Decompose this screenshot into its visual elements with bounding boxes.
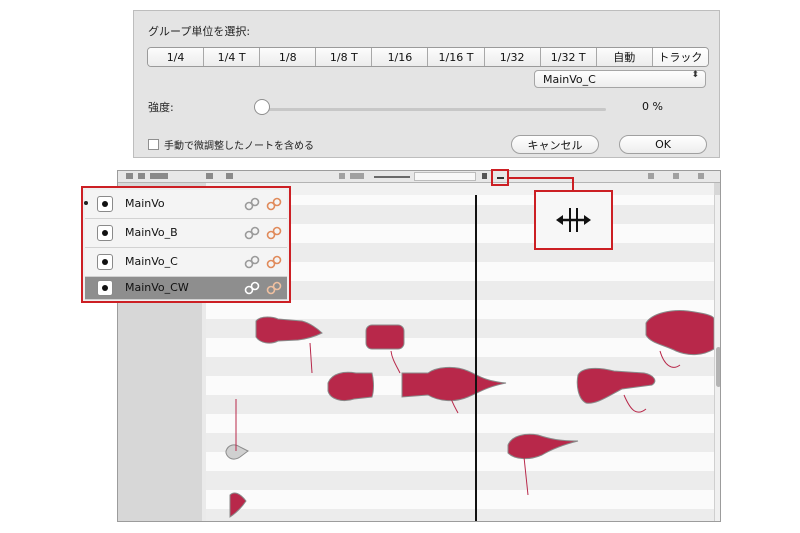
track-select-value: MainVo_C (543, 73, 596, 86)
strength-label: 強度: (148, 101, 174, 114)
tool-icon[interactable] (126, 173, 133, 179)
group-tool-zoom-callout (534, 190, 613, 250)
segment-auto[interactable]: 自動 (596, 48, 653, 66)
link-chain-orange-icon[interactable] (265, 196, 283, 212)
tool-icon[interactable] (648, 173, 654, 179)
segment-track[interactable]: トラック (652, 48, 708, 66)
record-dot-icon[interactable] (97, 254, 113, 270)
dialog-title: グループ単位を選択: (148, 25, 251, 38)
strength-slider-track[interactable] (256, 108, 606, 111)
segment-1-16[interactable]: 1/16 (372, 48, 429, 66)
track-select-popup[interactable]: MainVo_C ⬍ (534, 70, 706, 88)
tool-icon[interactable] (698, 173, 704, 179)
segment-1-4[interactable]: 1/4 (148, 48, 205, 66)
link-chain-gray-icon[interactable] (243, 225, 261, 241)
record-dot-icon[interactable] (97, 280, 113, 296)
segment-1-8[interactable]: 1/8 (260, 48, 317, 66)
record-dot-icon[interactable] (97, 225, 113, 241)
scroll-thumb[interactable] (716, 347, 720, 387)
link-chain-orange-icon[interactable] (265, 280, 283, 296)
record-dot-icon[interactable] (97, 196, 113, 212)
note-blob[interactable] (229, 492, 247, 518)
note-blob[interactable] (327, 371, 374, 402)
tool-icon[interactable] (339, 173, 345, 179)
segment-1-32-triplet[interactable]: 1/32 T (540, 48, 597, 66)
tool-icon[interactable] (673, 173, 679, 179)
track-name: MainVo_B (125, 226, 178, 239)
note-blob[interactable] (401, 366, 507, 414)
segment-1-8-triplet[interactable]: 1/8 T (316, 48, 373, 66)
group-tool-highlight[interactable] (491, 169, 509, 186)
link-chain-gray-icon[interactable] (243, 196, 261, 212)
track-name: MainVo_C (125, 255, 178, 268)
track-row-mainvo[interactable]: MainVo (84, 190, 287, 219)
editor-toolbar (118, 171, 720, 183)
segment-1-4-triplet[interactable]: 1/4 T (204, 48, 261, 66)
link-chain-white-icon[interactable] (243, 280, 261, 296)
track-name: MainVo_CW (125, 281, 189, 294)
track-list-panel: MainVo MainVo_B MainVo_C MainVo_CW (81, 186, 291, 303)
note-blob[interactable] (255, 316, 323, 374)
tool-icon[interactable] (226, 173, 233, 179)
track-row-mainvo-cw[interactable]: MainVo_CW (85, 277, 287, 300)
tool-icon[interactable] (206, 173, 213, 179)
zoom-slider-icon[interactable] (374, 176, 410, 178)
manual-adjust-checkbox[interactable] (148, 139, 159, 150)
playhead[interactable] (475, 195, 477, 521)
note-blob[interactable] (507, 433, 579, 496)
link-chain-orange-icon[interactable] (265, 225, 283, 241)
track-name: MainVo (125, 197, 165, 210)
tool-icon[interactable] (482, 173, 487, 179)
note-blob[interactable] (576, 367, 656, 413)
group-handle-icon (497, 177, 504, 179)
note-blob[interactable] (225, 399, 249, 460)
segment-1-32[interactable]: 1/32 (484, 48, 541, 66)
group-handle-icon (556, 208, 591, 232)
strength-slider-knob[interactable] (254, 99, 270, 115)
manual-adjust-label: 手動で微調整したノートを含める (164, 141, 314, 152)
note-blob[interactable] (645, 310, 714, 368)
link-chain-orange-icon[interactable] (265, 254, 283, 270)
link-chain-gray-icon[interactable] (243, 254, 261, 270)
vertical-scrollbar[interactable] (714, 195, 720, 521)
group-unit-dialog: グループ単位を選択: 1/4 1/4 T 1/8 1/8 T 1/16 1/16… (133, 10, 720, 158)
zoom-field[interactable] (414, 172, 476, 181)
popup-updown-icon: ⬍ (691, 70, 699, 80)
tool-icon[interactable] (138, 173, 145, 179)
track-row-mainvo-b[interactable]: MainVo_B (85, 219, 287, 248)
ok-button[interactable]: OK (619, 135, 707, 154)
cancel-button[interactable]: キャンセル (511, 135, 599, 154)
active-track-indicator-icon (84, 201, 88, 205)
group-unit-segmented-control: 1/4 1/4 T 1/8 1/8 T 1/16 1/16 T 1/32 1/3… (147, 47, 709, 67)
tool-icon[interactable] (350, 173, 364, 179)
track-row-mainvo-c[interactable]: MainVo_C (85, 248, 287, 277)
segment-1-16-triplet[interactable]: 1/16 T (428, 48, 485, 66)
tool-icon[interactable] (150, 173, 168, 179)
note-blob[interactable] (365, 324, 405, 374)
strength-value: 0 % (642, 100, 663, 113)
